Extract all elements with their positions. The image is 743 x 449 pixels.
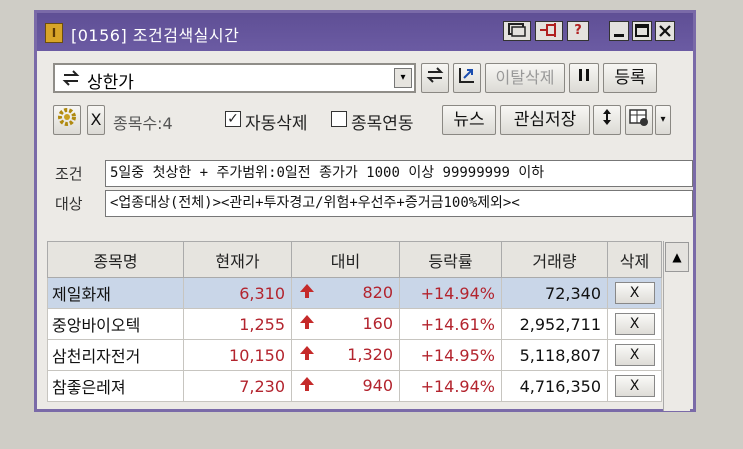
condition-text: 5일중 첫상한 + 주가범위:0일전 종가가 1000 이상 99999999 … [105,160,693,187]
table-row[interactable]: 삼천리자전거 10,150 1,320 +14.95% 5,118,807 X [47,339,662,371]
change-rate: +14.94% [399,370,502,402]
delete-row-button[interactable]: X [614,375,655,397]
current-price: 6,310 [183,277,292,309]
delete-row-button[interactable]: X [614,313,655,335]
swap-arrows-icon[interactable] [61,68,81,92]
header-rate[interactable]: 등락률 [399,241,502,278]
price-change: 940 [362,376,393,395]
auto-delete-checkbox[interactable]: ✓ [225,111,241,127]
swap-button[interactable] [421,63,449,93]
red-up-arrow-icon [293,376,315,396]
table-row[interactable]: 참좋은레져 7,230 940 +14.94% 4,716,350 X [47,370,662,402]
help-icon[interactable]: ? [567,21,589,41]
auto-delete-label: 자동삭제 [245,114,308,134]
price-change-cell: 1,320 [291,339,400,371]
condition-label: 조건 [55,165,83,183]
vertical-scrollbar[interactable]: ▲ [663,241,690,411]
target-text: <업종대상(전체)><관리+투자경고/위험+우선주+증거금100%제외>< [105,190,693,217]
delete-cell: X [607,339,662,371]
price-change-cell: 940 [291,370,400,402]
pause-button[interactable] [569,63,599,93]
volume: 2,952,711 [501,308,608,340]
stock-name[interactable]: 제일화재 [47,277,184,309]
close-icon[interactable] [655,21,675,41]
news-button[interactable]: 뉴스 [442,105,496,135]
volume: 5,118,807 [501,339,608,371]
current-price: 1,255 [183,308,292,340]
sort-button[interactable] [593,105,621,135]
condition-select-value: 상한가 [87,73,134,93]
price-change: 1,320 [347,345,393,364]
delete-cell: X [607,308,662,340]
export-icon [459,68,474,83]
header-stock-name[interactable]: 종목명 [47,241,184,278]
target-label: 대상 [55,195,83,213]
current-price: 7,230 [183,370,292,402]
pause-icon [579,69,589,81]
red-up-arrow-icon [293,283,315,303]
maximize-icon[interactable] [632,21,652,41]
scroll-up-arrow-icon[interactable]: ▲ [665,242,689,272]
delete-row-button[interactable]: X [614,344,655,366]
header-delete[interactable]: 삭제 [607,241,662,278]
table-icon [629,109,648,126]
minimize-icon[interactable] [609,21,629,41]
change-rate: +14.61% [399,308,502,340]
table-row[interactable]: 중앙바이오텍 1,255 160 +14.61% 2,952,711 X [47,308,662,340]
register-button[interactable]: 등록 [603,63,657,93]
change-rate: +14.94% [399,277,502,309]
header-change[interactable]: 대비 [291,241,400,278]
current-price: 10,150 [183,339,292,371]
red-up-arrow-icon [293,345,315,365]
chevron-down-icon[interactable]: ▾ [394,68,412,88]
change-rate: +14.95% [399,339,502,371]
header-price[interactable]: 현재가 [183,241,292,278]
gear-icon [58,108,76,126]
condition-search-window: I [0156] 조건검색실시간 ? 상한가 ▾ 이탈삭제 등록 X 종목수:4… [34,10,696,412]
stock-name[interactable]: 중앙바이오텍 [47,308,184,340]
save-interest-button[interactable]: 관심저장 [500,105,590,135]
table-header-row: 종목명 현재가 대비 등락률 거래량 삭제 [47,241,662,278]
condition-select[interactable]: 상한가 ▾ [53,63,416,93]
delete-cell: X [607,370,662,402]
layout-button[interactable] [625,105,653,135]
up-down-icon [603,109,611,125]
export-button[interactable] [453,63,481,93]
volume: 4,716,350 [501,370,608,402]
price-change: 820 [362,283,393,302]
stock-link-checkbox[interactable] [331,111,347,127]
header-volume[interactable]: 거래량 [501,241,608,278]
delete-row-button[interactable]: X [614,282,655,304]
window-layout-icon[interactable] [503,21,531,41]
swap-arrows-icon [426,67,444,83]
stock-name[interactable]: 삼천리자전거 [47,339,184,371]
price-change: 160 [362,314,393,333]
stock-count: 종목수:4 [113,114,173,133]
price-change-cell: 160 [291,308,400,340]
stock-link-label: 종목연동 [351,114,414,134]
title-bar[interactable]: I [0156] 조건검색실시간 ? [37,13,693,51]
layout-dropdown-arrow-icon[interactable]: ▾ [655,105,671,135]
table-row[interactable]: 제일화재 6,310 820 +14.94% 72,340 X [47,277,662,309]
pin-icon[interactable] [535,21,563,41]
app-icon: I [45,23,63,43]
delete-cell: X [607,277,662,309]
settings-button[interactable] [53,105,81,135]
volume: 72,340 [501,277,608,309]
stock-name[interactable]: 참좋은레져 [47,370,184,402]
clear-button[interactable]: X [87,105,105,135]
red-up-arrow-icon [293,314,315,334]
remove-exited-button[interactable]: 이탈삭제 [485,63,565,93]
price-change-cell: 820 [291,277,400,309]
result-table: 종목명 현재가 대비 등락률 거래량 삭제 제일화재 6,310 820 +14… [47,241,662,402]
window-title: [0156] 조건검색실시간 [71,26,240,45]
